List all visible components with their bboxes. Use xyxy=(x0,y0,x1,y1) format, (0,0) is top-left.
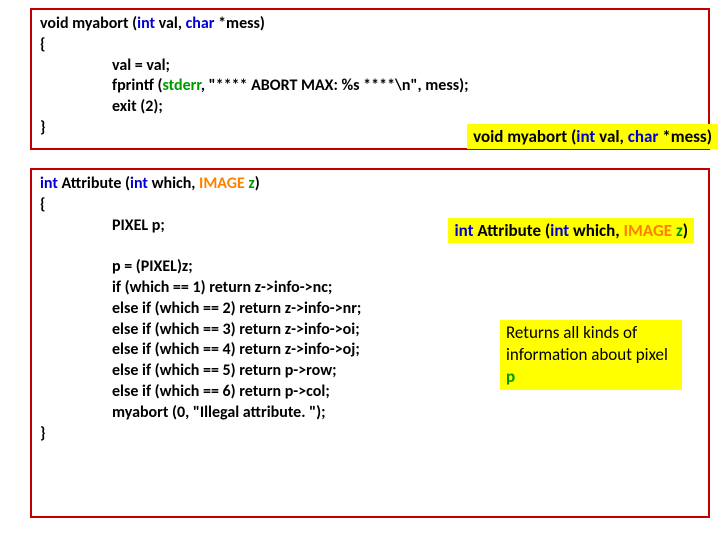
kw-int: int xyxy=(137,14,155,33)
sig-text: *mess) xyxy=(214,14,264,33)
kw-stderr: stderr xyxy=(162,76,200,95)
code-line: if (which == 1) return z->info->nc; xyxy=(40,278,700,299)
kw-z: z xyxy=(676,220,683,241)
sig-text: void myabort ( xyxy=(40,14,137,33)
attribute-signature: int Attribute (int which, IMAGE z) xyxy=(40,174,700,195)
stmt: else if (which == 5) return p->row; xyxy=(112,361,337,380)
stmt: else if (which == 4) return z->info->oj; xyxy=(112,340,360,359)
stmt: , "**** ABORT MAX: %s ****\n", mess); xyxy=(201,76,469,95)
kw-char: char xyxy=(186,14,215,33)
kw-char: char xyxy=(628,126,659,147)
myabort-signature: void myabort (int val, char *mess) xyxy=(40,14,700,35)
brace-open: { xyxy=(40,35,700,56)
stmt: exit (2); xyxy=(112,97,163,116)
stmt: else if (which == 2) return z->info->nr; xyxy=(112,299,361,318)
label-attribute: int Attribute (int which, IMAGE z) xyxy=(448,218,694,243)
lbl-text: Attribute ( xyxy=(474,220,551,241)
stmt: fprintf ( xyxy=(112,76,162,95)
code-line: val = val; xyxy=(40,56,700,77)
stmt: myabort (0, "Illegal attribute. "); xyxy=(112,403,326,422)
stmt: val = val; xyxy=(112,56,170,75)
desc-text: Returns all kinds of information about p… xyxy=(506,322,668,365)
sig-text: Attribute ( xyxy=(58,174,130,193)
lbl-text: which, xyxy=(569,220,623,241)
kw-int: int xyxy=(454,220,473,241)
sig-text: ) xyxy=(255,174,260,193)
kw-p: p xyxy=(506,366,515,387)
brace-close: } xyxy=(40,424,700,445)
sig-text: val, xyxy=(155,14,186,33)
stmt: if (which == 1) return z->info->nc; xyxy=(112,278,332,297)
kw-int: int xyxy=(550,220,569,241)
kw-image: IMAGE xyxy=(623,220,672,241)
code-line: p = (PIXEL)z; xyxy=(40,257,700,278)
kw-int: int xyxy=(130,174,148,193)
kw-image: IMAGE xyxy=(199,174,245,193)
brace-open: { xyxy=(40,195,700,216)
label-myabort: void myabort (int val, char *mess) xyxy=(467,124,718,149)
stmt: PIXEL p; xyxy=(112,216,165,235)
lbl-text: *mess) xyxy=(658,126,712,147)
code-line: else if (which == 2) return z->info->nr; xyxy=(40,299,700,320)
stmt: else if (which == 6) return p->col; xyxy=(112,382,330,401)
stmt: p = (PIXEL)z; xyxy=(112,257,193,276)
lbl-text: ) xyxy=(683,220,688,241)
lbl-text: val, xyxy=(595,126,627,147)
kw-int: int xyxy=(40,174,58,193)
code-line: fprintf (stderr, "**** ABORT MAX: %s ***… xyxy=(40,76,700,97)
lbl-text: void myabort ( xyxy=(473,126,576,147)
label-description: Returns all kinds of information about p… xyxy=(500,320,682,390)
code-line: myabort (0, "Illegal attribute. "); xyxy=(40,403,700,424)
stmt: else if (which == 3) return z->info->oi; xyxy=(112,320,360,339)
sig-text: which, xyxy=(148,174,199,193)
code-line: exit (2); xyxy=(40,97,700,118)
kw-int: int xyxy=(576,126,595,147)
